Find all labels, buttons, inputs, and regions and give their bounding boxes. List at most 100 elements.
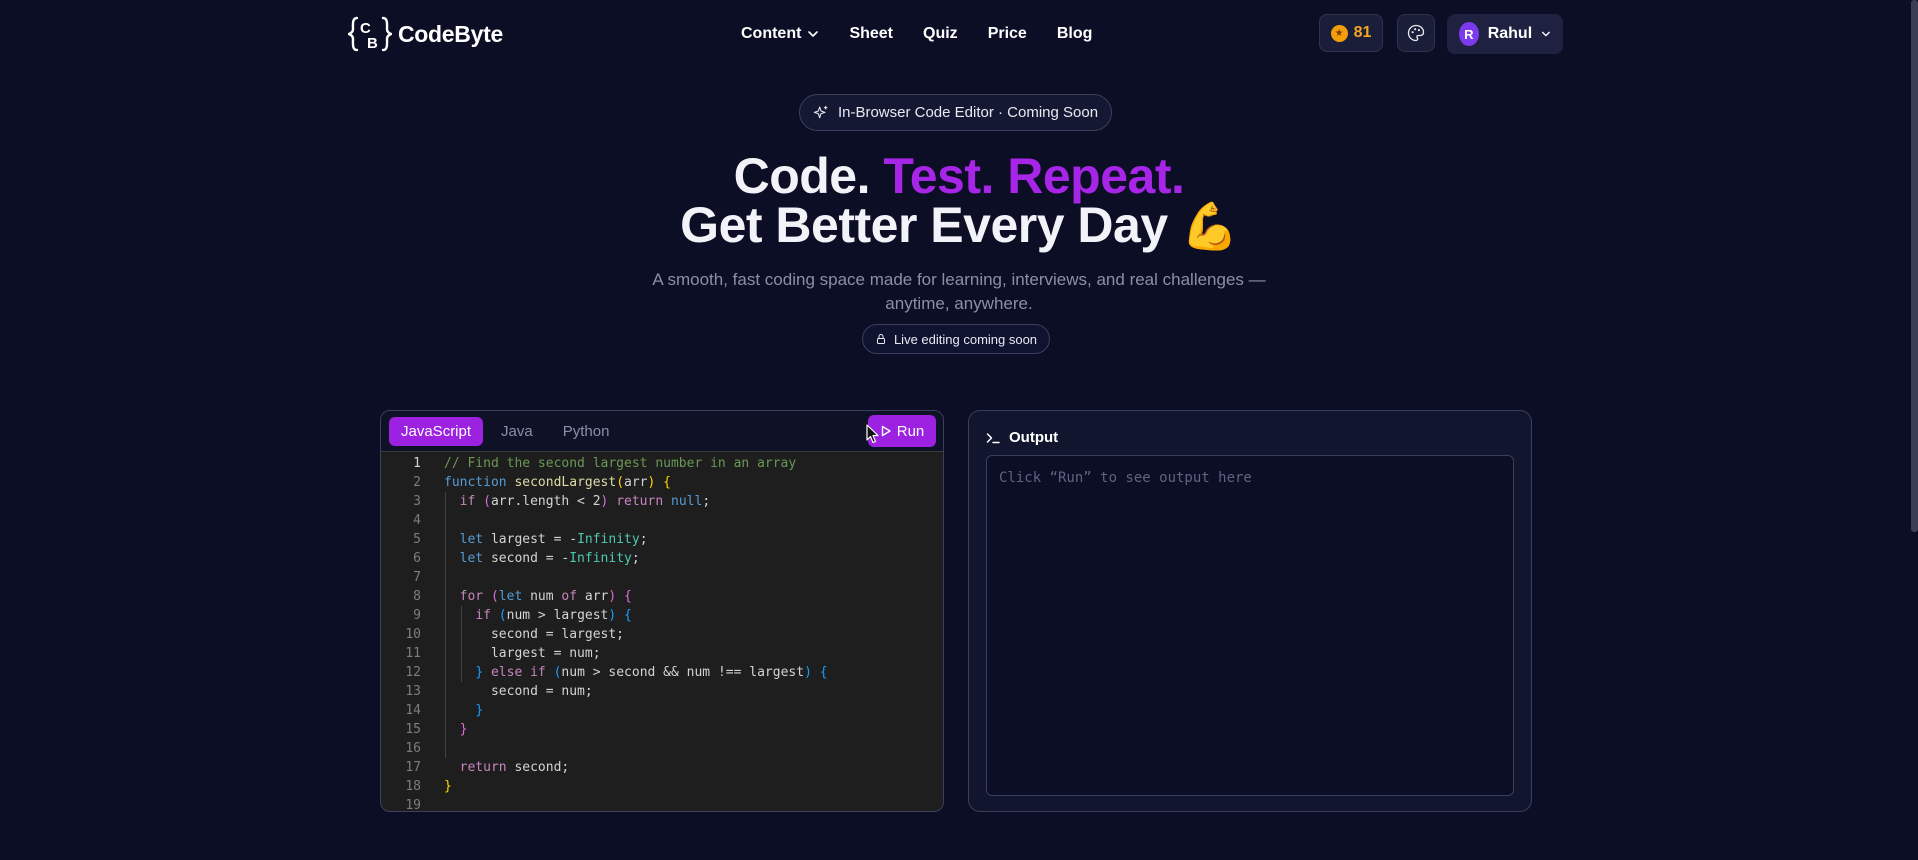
code-line: 19	[381, 796, 943, 812]
line-number: 18	[405, 779, 421, 794]
hero-subtitle-line2: anytime, anywhere.	[885, 294, 1033, 313]
code-line: 2 function secondLargest(arr) {	[381, 473, 943, 492]
main-nav: Content Sheet Quiz Price Blog	[741, 20, 1092, 48]
indent-guide	[445, 492, 446, 758]
output-title: Output	[1009, 429, 1059, 446]
nav-quiz[interactable]: Quiz	[923, 25, 958, 43]
line-number: 3	[413, 494, 421, 509]
codebyte-logo-icon: C B	[348, 16, 392, 52]
flexed-biceps-emoji: 💪	[1181, 200, 1238, 252]
code-area[interactable]: 1 // Find the second largest number in an…	[381, 452, 943, 812]
code-text: }	[475, 703, 484, 718]
code-text: let second = -Infinity;	[459, 551, 640, 566]
code-line: 4	[381, 511, 943, 530]
nav-content-label: Content	[741, 25, 802, 42]
play-icon	[881, 425, 891, 437]
line-number: 6	[413, 551, 421, 566]
line-number: 5	[413, 532, 421, 547]
code-line: 6 let second = -Infinity;	[381, 549, 943, 568]
line-number: 2	[413, 475, 421, 490]
output-panel: Output Click “Run” to see output here	[968, 410, 1532, 812]
code-text: for (let num of arr) {	[459, 589, 632, 604]
output-header: Output	[986, 429, 1058, 446]
code-line: 11 largest = num;	[381, 644, 943, 663]
avatar: R	[1459, 22, 1479, 46]
tab-java[interactable]: Java	[489, 417, 545, 446]
line-number: 19	[405, 798, 421, 812]
sparkles-icon	[813, 105, 828, 118]
tab-python[interactable]: Python	[551, 417, 622, 446]
svg-text:B: B	[367, 35, 378, 52]
editor-toolbar: JavaScript Java Python Run	[381, 411, 943, 452]
output-placeholder: Click “Run” to see output here	[999, 470, 1252, 486]
coming-soon-text: In-Browser Code Editor · Coming Soon	[837, 104, 1099, 121]
code-text: function secondLargest(arr) {	[444, 475, 671, 490]
live-editing-badge: Live editing coming soon	[862, 324, 1050, 354]
hero-title-line1: Code. Test. Repeat.	[0, 151, 1918, 201]
code-text: }	[444, 779, 452, 794]
line-number: 14	[405, 703, 421, 718]
terminal-icon	[986, 432, 1000, 443]
code-line: 1 // Find the second largest number in an…	[381, 454, 943, 473]
code-text: second = num;	[444, 684, 593, 699]
code-text: largest = num;	[444, 646, 601, 661]
nav-sheet[interactable]: Sheet	[849, 25, 893, 43]
nav-content[interactable]: Content	[741, 25, 819, 43]
theme-button[interactable]	[1397, 14, 1435, 52]
hero-subtitle-line1: A smooth, fast coding space made for lea…	[652, 270, 1266, 289]
hero-title-line2-text: Get Better Every Day	[680, 197, 1182, 253]
line-number: 4	[413, 513, 421, 528]
coin-icon: ★	[1330, 24, 1348, 42]
code-line: 8 for (let num of arr) {	[381, 587, 943, 606]
logo-text: CodeByte	[398, 20, 503, 47]
code-text: } else if (num > second && num !== large…	[475, 665, 828, 680]
line-number: 10	[405, 627, 421, 642]
page-scrollbar[interactable]	[1911, 0, 1918, 532]
user-name: Rahul	[1487, 25, 1533, 42]
code-text: if (num > largest) {	[475, 608, 632, 623]
coming-soon-badge: In-Browser Code Editor · Coming Soon	[799, 94, 1112, 131]
code-line: 15 }	[381, 720, 943, 739]
logo[interactable]: C B CodeByte	[348, 14, 503, 54]
hero-title-line2: Get Better Every Day 💪	[0, 200, 1918, 250]
code-line: 3 if (arr.length < 2) return null;	[381, 492, 943, 511]
tab-javascript[interactable]: JavaScript	[389, 416, 484, 446]
hero-subtitle: A smooth, fast coding space made for lea…	[0, 268, 1918, 316]
code-line: 18}	[381, 777, 943, 796]
palette-icon	[1407, 24, 1425, 42]
mouse-cursor-icon	[866, 424, 879, 444]
nav-blog[interactable]: Blog	[1057, 25, 1093, 43]
line-number: 17	[405, 760, 421, 775]
code-text: return second;	[459, 760, 570, 775]
code-line: 10 second = largest;	[381, 625, 943, 644]
code-lines: 1 // Find the second largest number in an…	[381, 452, 943, 812]
code-line: 9 if (num > largest) {	[381, 606, 943, 625]
chevron-down-icon	[808, 31, 819, 37]
nav-price[interactable]: Price	[988, 25, 1027, 43]
line-number: 9	[413, 608, 421, 623]
line-number: 12	[405, 665, 421, 680]
line-number: 8	[413, 589, 421, 604]
user-menu-button[interactable]: R Rahul	[1447, 14, 1563, 54]
code-line: 5 let largest = -Infinity;	[381, 530, 943, 549]
line-number: 13	[405, 684, 421, 699]
line-number: 11	[405, 646, 421, 661]
indent-guide	[461, 606, 462, 682]
hero-title-white: Code.	[733, 148, 884, 204]
code-text: // Find the second largest number in an …	[444, 456, 797, 471]
code-line: 14 }	[381, 701, 943, 720]
run-label: Run	[896, 422, 925, 440]
code-line: 13 second = num;	[381, 682, 943, 701]
code-line: 7	[381, 568, 943, 587]
code-line: 17 return second;	[381, 758, 943, 777]
line-number: 1	[413, 456, 421, 471]
coins-button[interactable]: ★ 81	[1319, 14, 1383, 52]
coin-count: 81	[1353, 24, 1372, 41]
code-text: if (arr.length < 2) return null;	[459, 494, 711, 509]
code-text: let largest = -Infinity;	[459, 532, 648, 547]
output-console: Click “Run” to see output here	[986, 455, 1514, 796]
